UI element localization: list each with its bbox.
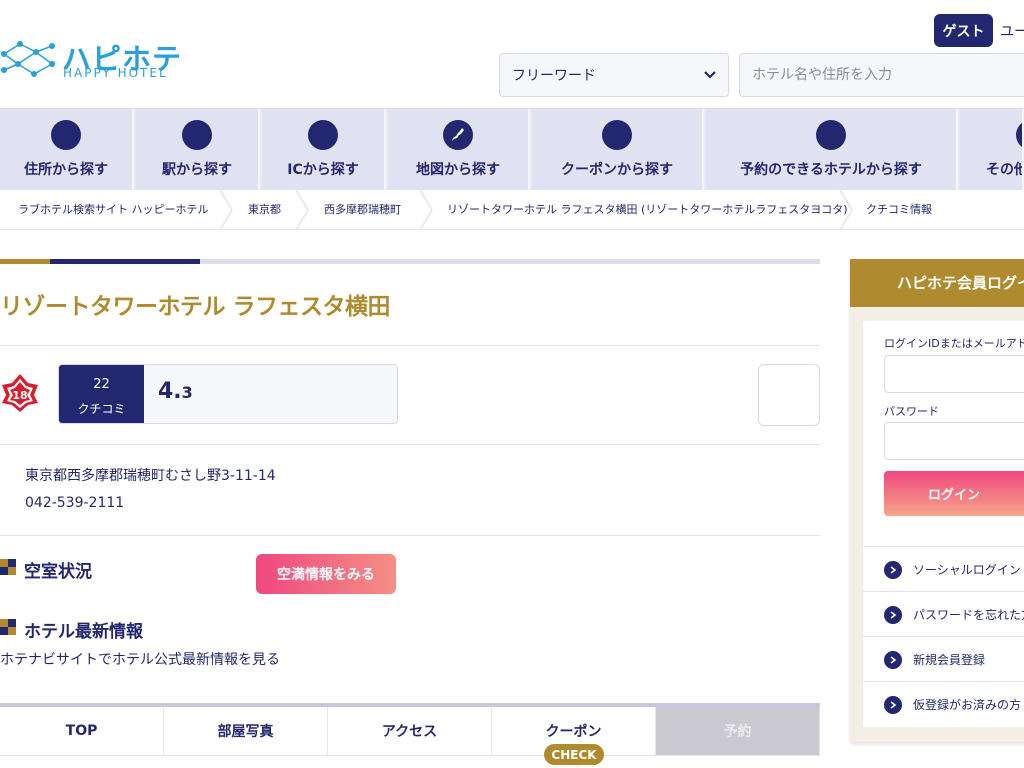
password-field[interactable] xyxy=(884,422,1024,460)
nav-item-address[interactable]: 住所から探す xyxy=(0,109,134,190)
search-input[interactable] xyxy=(739,53,1024,97)
coupon-icon xyxy=(602,120,632,150)
divider xyxy=(0,345,820,346)
age-18-text: 18 xyxy=(12,389,27,402)
vacancy-info-button[interactable]: 空満情報をみる xyxy=(256,554,396,594)
breadcrumb: ラブホテル検索サイト ハッピーホテル 東京都 西多摩郡瑞穂町 リゾートタワーホテ… xyxy=(0,190,1024,230)
address-icon xyxy=(51,120,81,150)
tab-reservation: 予約 xyxy=(656,707,820,756)
latest-info-section-title: ホテル最新情報 xyxy=(24,622,143,642)
chevron-right-icon xyxy=(884,606,902,624)
search-type-value: フリーワード xyxy=(512,68,596,84)
logo-text-en: HAPPY HOTEL xyxy=(63,66,168,80)
chevron-right-icon xyxy=(295,190,309,230)
login-id-field[interactable] xyxy=(884,355,1024,393)
map-shape xyxy=(452,128,464,141)
review-count-badge: 22 クチコミ xyxy=(59,365,144,423)
provisional-registered-link[interactable]: 仮登録がお済みの方 xyxy=(863,681,1024,726)
link-label: 新規会員登録 xyxy=(913,653,986,667)
japan-map-icon xyxy=(443,120,473,150)
login-button[interactable]: ログイン xyxy=(884,471,1024,516)
age-18-restriction-icon: 18 xyxy=(2,374,38,412)
title-accent-bar xyxy=(0,259,820,264)
divider xyxy=(0,535,820,536)
vacancy-section-title: 空室状況 xyxy=(24,562,92,582)
hotel-tabs: TOP 部屋写真 アクセス クーポン 予約 xyxy=(0,703,820,756)
breadcrumb-item[interactable]: 東京都 xyxy=(248,190,281,230)
nav-label: 駅から探す xyxy=(162,162,232,178)
network-logo-icon xyxy=(1,41,55,77)
rating-dec: 3 xyxy=(181,383,193,402)
social-login-link[interactable]: ソーシャルログイン xyxy=(863,546,1024,591)
tab-top[interactable]: TOP xyxy=(0,707,164,756)
nav-item-reservation[interactable]: 予約のできるホテルから探す xyxy=(706,109,958,190)
tab-access[interactable]: アクセス xyxy=(328,707,492,756)
login-form: ログインIDまたはメールアドレス パスワード ログイン ソーシャルログイン パス… xyxy=(863,321,1024,727)
member-login-panel: ハピホテ会員ログイン ログインIDまたはメールアドレス パスワード ログイン ソ… xyxy=(850,259,1024,742)
review-count: 22 xyxy=(93,377,110,392)
chevron-right-icon xyxy=(419,190,433,230)
train-icon xyxy=(182,120,212,150)
calendar-icon xyxy=(816,120,846,150)
breadcrumb-item[interactable]: リゾートタワーホテル ラフェスタ横田 (リゾートタワーホテルラフェスタヨコタ) xyxy=(447,190,848,230)
nav-item-coupon[interactable]: クーポンから探す xyxy=(532,109,704,190)
link-label: 仮登録がお済みの方 xyxy=(913,698,1022,712)
chevron-right-icon xyxy=(839,190,853,230)
site-header: ハピホテ HAPPY HOTEL ゲスト ユー フリーワード xyxy=(0,0,1024,108)
search-type-select[interactable]: フリーワード xyxy=(499,53,729,97)
main-nav: 住所から探す 駅から探す ICから探す 地図から探す クーポンから探す 予約ので… xyxy=(0,108,1024,190)
nav-label: 地図から探す xyxy=(416,162,500,178)
checker-square-icon xyxy=(0,619,16,635)
hotel-address: 東京都西多摩郡瑞穂町むさし野3-11-14 xyxy=(25,468,276,484)
hotel-phone[interactable]: 042-539-2111 xyxy=(25,495,124,511)
guest-button[interactable]: ゲスト xyxy=(934,14,993,47)
password-label: パスワード xyxy=(884,405,939,418)
nav-item-map[interactable]: 地図から探す xyxy=(388,109,530,190)
nav-item-station[interactable]: 駅から探す xyxy=(136,109,260,190)
latest-info-link[interactable]: ホテナビサイトでホテル公式最新情報を見る xyxy=(0,649,280,669)
user-name-text: ユー xyxy=(1000,24,1024,40)
login-panel-title: ハピホテ会員ログイン xyxy=(850,259,1024,307)
nav-label: 住所から探す xyxy=(24,162,108,178)
more-icon xyxy=(1016,120,1022,150)
link-label: パスワードを忘れた方 xyxy=(913,608,1024,622)
accent-navy xyxy=(50,259,200,264)
rating-int: 4. xyxy=(158,379,182,404)
chevron-right-icon xyxy=(884,696,902,714)
link-label: ソーシャルログイン xyxy=(913,563,1021,577)
nav-label: クーポンから探す xyxy=(561,162,673,178)
nav-item-other[interactable]: その他 xyxy=(960,109,1024,190)
register-link[interactable]: 新規会員登録 xyxy=(863,636,1024,681)
login-id-label: ログインIDまたはメールアドレス xyxy=(884,337,1024,350)
divider xyxy=(0,444,820,445)
favorite-button[interactable] xyxy=(758,364,820,426)
coupon-check-badge: CHECK xyxy=(544,744,604,765)
accent-gold xyxy=(0,259,50,264)
chevron-down-icon xyxy=(704,71,716,79)
breadcrumb-item-current: クチコミ情報 xyxy=(866,203,932,216)
nav-item-ic[interactable]: ICから探す xyxy=(262,109,386,190)
forgot-password-link[interactable]: パスワードを忘れた方 xyxy=(863,591,1024,636)
chevron-right-icon xyxy=(219,190,233,230)
rating-score: 4.3 xyxy=(158,379,193,404)
review-label: クチコミ xyxy=(77,402,126,416)
nav-label: 予約のできるホテルから探す xyxy=(740,162,922,178)
breadcrumb-item[interactable]: ラブホテル検索サイト ハッピーホテル xyxy=(18,190,209,230)
checker-square-icon xyxy=(0,559,16,575)
breadcrumb-item[interactable]: 西多摩郡瑞穂町 xyxy=(324,190,401,230)
nav-label: その他 xyxy=(986,162,1024,178)
car-icon xyxy=(308,120,338,150)
hotel-name-title: リゾートタワーホテル ラフェスタ横田 xyxy=(0,294,391,320)
nav-label: ICから探す xyxy=(287,162,359,178)
chevron-right-icon xyxy=(884,561,902,579)
review-summary[interactable]: 22 クチコミ 4.3 xyxy=(58,364,398,424)
tab-room-photos[interactable]: 部屋写真 xyxy=(164,707,328,756)
chevron-right-icon xyxy=(884,651,902,669)
